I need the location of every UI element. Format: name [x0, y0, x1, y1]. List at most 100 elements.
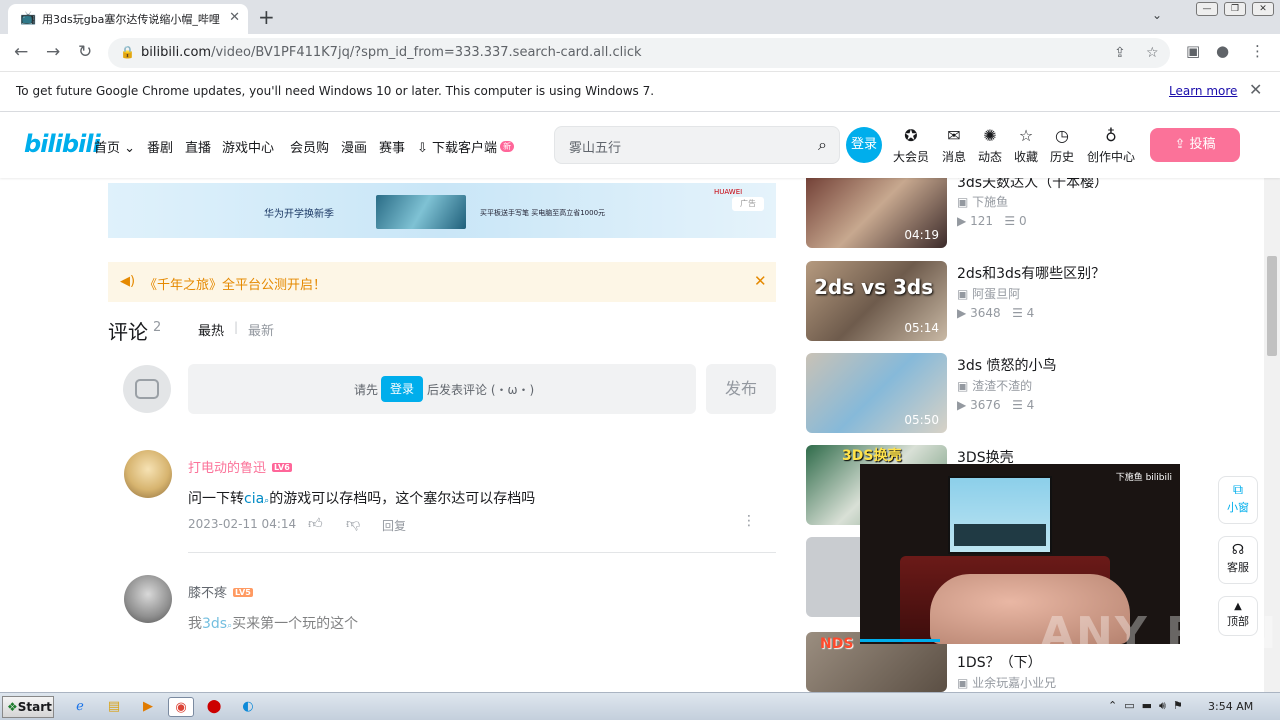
chrome-icon[interactable]: ◉ [168, 697, 194, 717]
video-stats: ▶ 121 ☰ 0 [957, 214, 1027, 228]
security-app-icon[interactable]: ⬤ [204, 697, 224, 717]
comments-title: 评论 [108, 320, 148, 344]
browser-tab[interactable]: 📺 用3ds玩gba塞尔达传说缩小帽_哔哩 ✕ [8, 4, 248, 34]
video-title[interactable]: 1DS？（下） [957, 652, 1042, 672]
thumbnail-caption: NDS [820, 636, 854, 652]
creator-icon: ♁ [1105, 126, 1117, 145]
comment-search-link[interactable]: cia⌕ [244, 491, 269, 507]
forward-icon[interactable]: → [46, 42, 60, 62]
avatar[interactable] [124, 450, 172, 498]
up-icon: ▣ [957, 676, 969, 690]
update-infobar: To get future Google Chrome updates, you… [0, 72, 1280, 112]
nav-home[interactable]: 首页 ⌄ [94, 137, 135, 156]
comment-search-link[interactable]: 3ds⌕ [202, 616, 232, 632]
bilibili-logo[interactable]: bilibili [24, 130, 101, 158]
notice-text: 《千年之旅》全平台公测开启！ [144, 278, 327, 293]
nav-anime[interactable]: 番剧 [147, 137, 173, 156]
nav-download-client[interactable]: ⇩ 下载客户端新 [417, 137, 515, 156]
tab-search-chevron-icon[interactable]: ⌄ [1152, 8, 1162, 22]
more-icon[interactable]: ⋮ [742, 513, 756, 529]
minimize-icon[interactable]: — [1196, 2, 1218, 16]
media-player-icon[interactable]: ▶ [138, 697, 158, 717]
header-dynamic[interactable]: ✺ 动态 [970, 126, 1010, 165]
comments-count: 2 [153, 320, 162, 335]
clock: 3:54 AM [1208, 700, 1254, 713]
dislike-icon[interactable]: 👎︎ [346, 515, 360, 532]
player-progress[interactable] [860, 639, 940, 642]
notice-bar[interactable]: ◀) 《千年之旅》全平台公测开启！ ✕ [108, 262, 776, 302]
level-badge: LV5 [233, 588, 253, 597]
huawei-logo: HUAWEI [714, 188, 743, 196]
comment-username[interactable]: 膝不疼 LV5 [188, 582, 253, 601]
nav-match[interactable]: 赛事 [379, 137, 405, 156]
notice-close-icon[interactable]: ✕ [754, 272, 767, 290]
mini-window-button[interactable]: ⧉ 小窗 [1218, 476, 1258, 524]
login-button[interactable]: 登录 [846, 127, 882, 163]
close-tab-icon[interactable]: ✕ [229, 10, 240, 25]
nav-manga[interactable]: 漫画 [341, 137, 367, 156]
back-icon[interactable]: ← [14, 42, 28, 62]
header-message[interactable]: ✉ 消息 [934, 126, 974, 165]
bookmark-star-icon[interactable]: ☆ [1146, 45, 1159, 61]
comment-username[interactable]: 打电动的鲁迅 LV6 [188, 457, 292, 476]
ad-laptop-image [376, 195, 466, 229]
reload-icon[interactable]: ↻ [78, 42, 92, 62]
sort-new-tab[interactable]: 最新 [248, 320, 274, 339]
video-up[interactable]: ▣ 下施鱼 [957, 193, 1008, 210]
history-icon: ◷ [1055, 126, 1069, 145]
address-bar[interactable]: 🔒 bilibili.com/video/BV1PF411K7jq/?spm_i… [108, 38, 1170, 68]
video-up[interactable]: ▣ 渣渣不渣的 [957, 377, 1032, 394]
upload-button[interactable]: ⇪ 投稿 [1150, 128, 1240, 162]
search-icon[interactable]: ⌕ [818, 135, 827, 155]
header-favorite[interactable]: ☆ 收藏 [1006, 126, 1046, 165]
new-tab-icon[interactable]: + [258, 5, 275, 29]
video-title[interactable]: 3ds 愤怒的小鸟 [957, 355, 1057, 375]
close-window-icon[interactable]: ✕ [1252, 2, 1274, 16]
speaker-icon: ◀) [120, 274, 136, 289]
windows-taskbar: ❖Start ℯ ▤ ▶ ◉ ⬤ ◐ ⌃ ▭ ▬ 🔊︎ ⚑ 3:54 AM [0, 692, 1280, 720]
start-button[interactable]: ❖Start [2, 696, 54, 718]
side-panel-icon[interactable]: ▣ [1186, 42, 1200, 60]
video-thumbnail[interactable]: 05:50 [806, 353, 947, 433]
learn-more-link[interactable]: Learn more [1169, 84, 1237, 98]
window-controls: — ❐ ✕ [1196, 2, 1274, 16]
video-up[interactable]: ▣ 业余玩嘉小业兄 [957, 674, 1056, 691]
video-stats: ▶ 3676 ☰ 4 [957, 398, 1035, 412]
system-tray[interactable]: ⌃ ▭ ▬ 🔊︎ ⚑ [1108, 699, 1183, 713]
reply-login-button[interactable]: 登录 [381, 376, 423, 402]
header-creator[interactable]: ♁ 创作中心 [1085, 126, 1137, 165]
header-vip[interactable]: ✪ 大会员 [891, 126, 931, 165]
ad-banner[interactable]: 华为开学换新季 买平板送手写笔 买电脑至高立省1000元 HUAWEI 广告 [108, 183, 776, 238]
publish-button[interactable]: 发布 [706, 364, 776, 414]
share-icon[interactable]: ⇪ [1114, 45, 1126, 61]
video-thumbnail[interactable]: 04:19 [806, 170, 947, 248]
folder-icon[interactable]: ▤ [104, 697, 124, 717]
reply-link[interactable]: 回复 [382, 517, 406, 534]
header-history[interactable]: ◷ 历史 [1042, 126, 1082, 165]
back-to-top-button[interactable]: ▲ 顶部 [1218, 596, 1258, 636]
search-input[interactable]: 雾山五行 ⌕ [554, 126, 840, 164]
ie-icon[interactable]: ℯ [70, 697, 90, 717]
profile-icon[interactable]: ● [1216, 42, 1229, 60]
play-icon: ▶ [957, 214, 967, 228]
menu-icon[interactable]: ⋮ [1250, 42, 1265, 60]
customer-service-button[interactable]: ☊ 客服 [1218, 536, 1258, 584]
infobar-close-icon[interactable]: ✕ [1249, 80, 1262, 99]
reply-box[interactable]: 请先 登录 后发表评论 (・ω・) [188, 364, 696, 414]
scrollbar-thumb[interactable] [1267, 256, 1277, 356]
nav-live[interactable]: 直播 [185, 137, 211, 156]
search-placeholder: 雾山五行 [569, 141, 622, 156]
like-icon[interactable]: 👍︎ [308, 515, 323, 532]
video-title[interactable]: 2ds和3ds有哪些区别？ [957, 263, 1105, 283]
nav-mall[interactable]: 会员购 [290, 137, 329, 156]
video-thumbnail[interactable]: 2ds vs 3ds 05:14 [806, 261, 947, 341]
video-up[interactable]: ▣ 阿蛋旦阿 [957, 285, 1020, 302]
nav-game-center[interactable]: 游戏中心 [222, 137, 274, 156]
edge-icon[interactable]: ◐ [238, 697, 258, 717]
windows-logo-icon: ❖ [7, 700, 18, 714]
message-icon: ✉ [947, 126, 961, 145]
maximize-icon[interactable]: ❐ [1224, 2, 1246, 16]
avatar[interactable] [124, 575, 172, 623]
sort-hot-tab[interactable]: 最热 [198, 320, 224, 339]
sort-divider: | [234, 320, 239, 334]
